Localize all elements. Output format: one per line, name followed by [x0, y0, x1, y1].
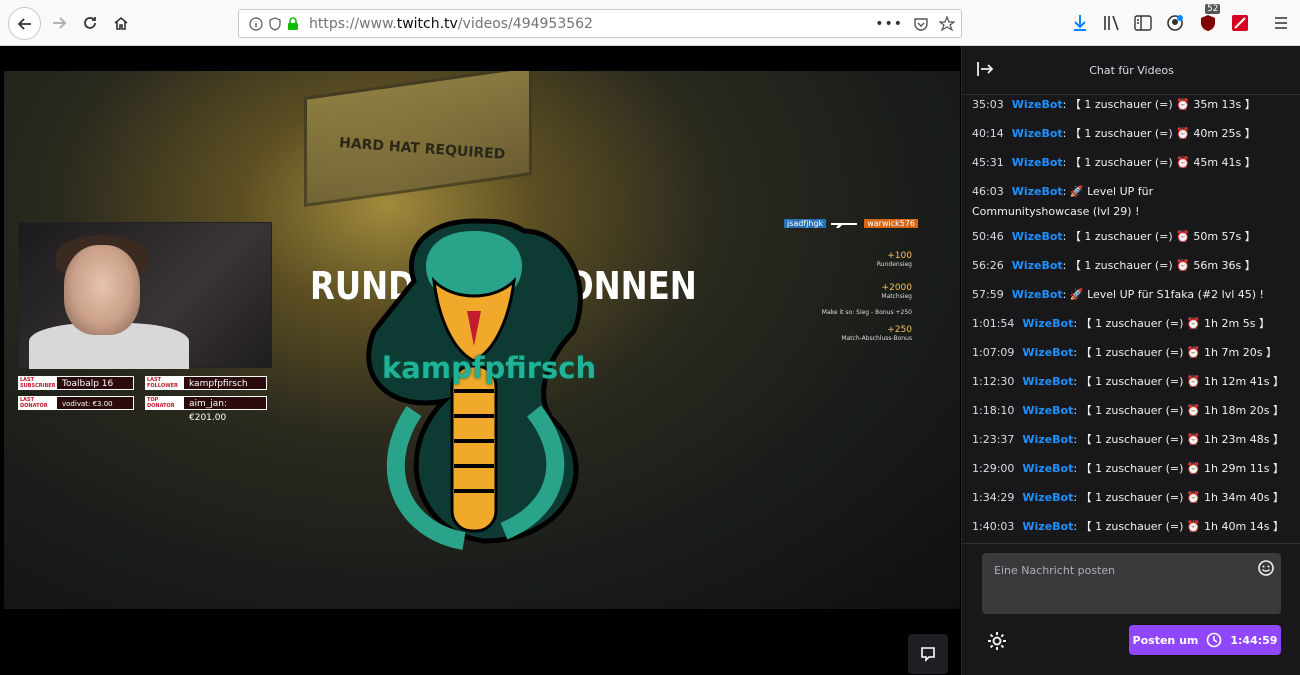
- bookmark-star-icon[interactable]: [939, 15, 955, 32]
- last-donator-stat: LAST DONATOR vodivat: €3.00: [18, 396, 134, 410]
- chat-message: 50:46 WizeBot: 【 1 zuschauer (=) ⏰ 50m 57…: [972, 230, 1256, 243]
- emoji-picker-icon[interactable]: [1257, 559, 1275, 577]
- background-sign: [304, 71, 532, 208]
- video-player[interactable]: HARD HAT REQUIRED RUNDE 9 GEWONNEN kampf…: [0, 46, 961, 675]
- ublock-badge: 52: [1205, 4, 1221, 14]
- ublock-icon[interactable]: 52: [1197, 4, 1221, 34]
- chat-bubble-icon: [921, 647, 935, 662]
- chat-message: 1:18:10 WizeBot: 【 1 zuschauer (=) ⏰ 1h 1…: [972, 404, 1284, 417]
- info-icon[interactable]: [249, 16, 263, 31]
- chat-message: 57:59 WizeBot: 🚀 Level UP für S1faka (#2 …: [972, 288, 1264, 301]
- chat-username[interactable]: WizeBot: [1012, 230, 1063, 243]
- reload-icon: [84, 17, 96, 29]
- browser-toolbar: https://www.twitch.tv/videos/494953562 •…: [0, 0, 1300, 46]
- chat-input-placeholder: Eine Nachricht posten: [994, 564, 1116, 577]
- score-bonus: Make it so: Sieg - Bonus +250: [821, 309, 912, 316]
- chat-message: 1:40:03 WizeBot: 【 1 zuschauer (=) ⏰ 1h 4…: [972, 520, 1284, 533]
- chat-username[interactable]: WizeBot: [1012, 98, 1063, 111]
- chat-message: 35:03 WizeBot: 【 1 zuschauer (=) ⏰ 35m 13…: [972, 98, 1256, 111]
- home-icon: [114, 16, 128, 30]
- back-button[interactable]: [8, 7, 41, 40]
- post-time: 1:44:59: [1230, 633, 1278, 647]
- post-at-time-button[interactable]: Posten um 1:44:59: [1129, 625, 1281, 655]
- chat-settings-gear-icon[interactable]: [986, 630, 1008, 652]
- account-icon[interactable]: [1164, 12, 1186, 34]
- home-button[interactable]: [106, 8, 136, 38]
- chat-message: 1:01:54 WizeBot: 【 1 zuschauer (=) ⏰ 1h 2…: [972, 317, 1270, 330]
- lock-icon[interactable]: [287, 16, 299, 31]
- chat-message: 1:34:29 WizeBot: 【 1 zuschauer (=) ⏰ 1h 3…: [972, 491, 1284, 504]
- chat-username[interactable]: WizeBot: [1022, 433, 1073, 446]
- top-donator-stat: TOP DONATOR aim_jan: €201.00: [145, 396, 267, 423]
- video-frame[interactable]: HARD HAT REQUIRED RUNDE 9 GEWONNEN kampf…: [4, 71, 960, 609]
- extension-icon[interactable]: [1229, 12, 1251, 34]
- chat-message: 1:29:00 WizeBot: 【 1 zuschauer (=) ⏰ 1h 2…: [972, 462, 1284, 475]
- library-icon[interactable]: [1101, 12, 1123, 34]
- chat-message: 45:31 WizeBot: 【 1 zuschauer (=) ⏰ 45m 41…: [972, 156, 1256, 169]
- chat-message: 1:23:37 WizeBot: 【 1 zuschauer (=) ⏰ 1h 2…: [972, 433, 1284, 446]
- chat-message: 1:07:09 WizeBot: 【 1 zuschauer (=) ⏰ 1h 7…: [972, 346, 1277, 359]
- score-round-win: +100 Rundensieg: [876, 251, 912, 268]
- url-text: https://www.twitch.tv/videos/494953562: [309, 15, 593, 32]
- collapse-chat-icon[interactable]: [976, 60, 994, 81]
- forward-button[interactable]: [44, 8, 74, 38]
- reload-button[interactable]: [75, 8, 105, 38]
- chat-username[interactable]: WizeBot: [1022, 317, 1073, 330]
- post-label: Posten um: [1132, 633, 1199, 647]
- chat-username[interactable]: WizeBot: [1012, 288, 1063, 301]
- menu-icon[interactable]: [1270, 12, 1292, 34]
- chat-message: 40:14 WizeBot: 【 1 zuschauer (=) ⏰ 40m 25…: [972, 127, 1256, 140]
- shield-icon[interactable]: [269, 16, 281, 31]
- chat-message: 46:03 WizeBot: 🚀 Level UP für Communitysh…: [972, 185, 1154, 218]
- webcam-overlay: [18, 222, 272, 369]
- arrow-left-icon: [17, 17, 31, 30]
- sidebar-icon[interactable]: [1132, 12, 1154, 34]
- chat-username[interactable]: WizeBot: [1022, 520, 1073, 533]
- chat-divider: [962, 543, 1300, 544]
- pocket-icon[interactable]: [913, 16, 929, 32]
- chat-input[interactable]: Eine Nachricht posten: [982, 553, 1281, 614]
- page-actions-icon[interactable]: •••: [875, 16, 903, 32]
- chat-username[interactable]: WizeBot: [1012, 259, 1063, 272]
- url-bar[interactable]: https://www.twitch.tv/videos/494953562 •…: [238, 9, 962, 38]
- logo-name-text: kampfpfirsch: [382, 351, 597, 385]
- clock-icon: [1207, 632, 1222, 648]
- download-icon[interactable]: [1069, 12, 1091, 34]
- chat-username[interactable]: WizeBot: [1012, 185, 1063, 198]
- chat-username[interactable]: WizeBot: [1022, 346, 1073, 359]
- last-follower-stat: LAST FOLLOWER kampfpfirsch: [145, 376, 267, 390]
- show-chat-button[interactable]: [908, 634, 948, 674]
- chat-header: Chat für Videos: [962, 46, 1300, 95]
- chat-username[interactable]: WizeBot: [1022, 491, 1073, 504]
- streamer-face: [64, 245, 140, 335]
- chat-message: 56:26 WizeBot: 【 1 zuschauer (=) ⏰ 56m 36…: [972, 259, 1256, 272]
- chat-username[interactable]: WizeBot: [1022, 375, 1073, 388]
- killfeed: jsadfjhgk warwick576: [784, 217, 919, 230]
- arrow-right-icon: [53, 17, 67, 29]
- chat-message: 1:12:30 WizeBot: 【 1 zuschauer (=) ⏰ 1h 1…: [972, 375, 1284, 388]
- chat-username[interactable]: WizeBot: [1022, 404, 1073, 417]
- score-match-win: +2000 Matchsieg: [881, 283, 912, 300]
- chat-username[interactable]: WizeBot: [1012, 127, 1063, 140]
- chat-username[interactable]: WizeBot: [1022, 462, 1073, 475]
- chat-title: Chat für Videos: [1089, 63, 1174, 77]
- chat-message-list: 35:03 WizeBot: 【 1 zuschauer (=) ⏰ 35m 13…: [962, 95, 1300, 543]
- rifle-icon: [831, 222, 858, 228]
- score-match-completion: +250 Match-Abschluss-Bonus: [841, 325, 912, 342]
- chat-username[interactable]: WizeBot: [1012, 156, 1063, 169]
- last-subscriber-stat: LAST SUBSCRIBER Toalbalp 16: [18, 376, 134, 390]
- chat-panel: Chat für Videos 35:03 WizeBot: 【 1 zuscha…: [961, 46, 1300, 675]
